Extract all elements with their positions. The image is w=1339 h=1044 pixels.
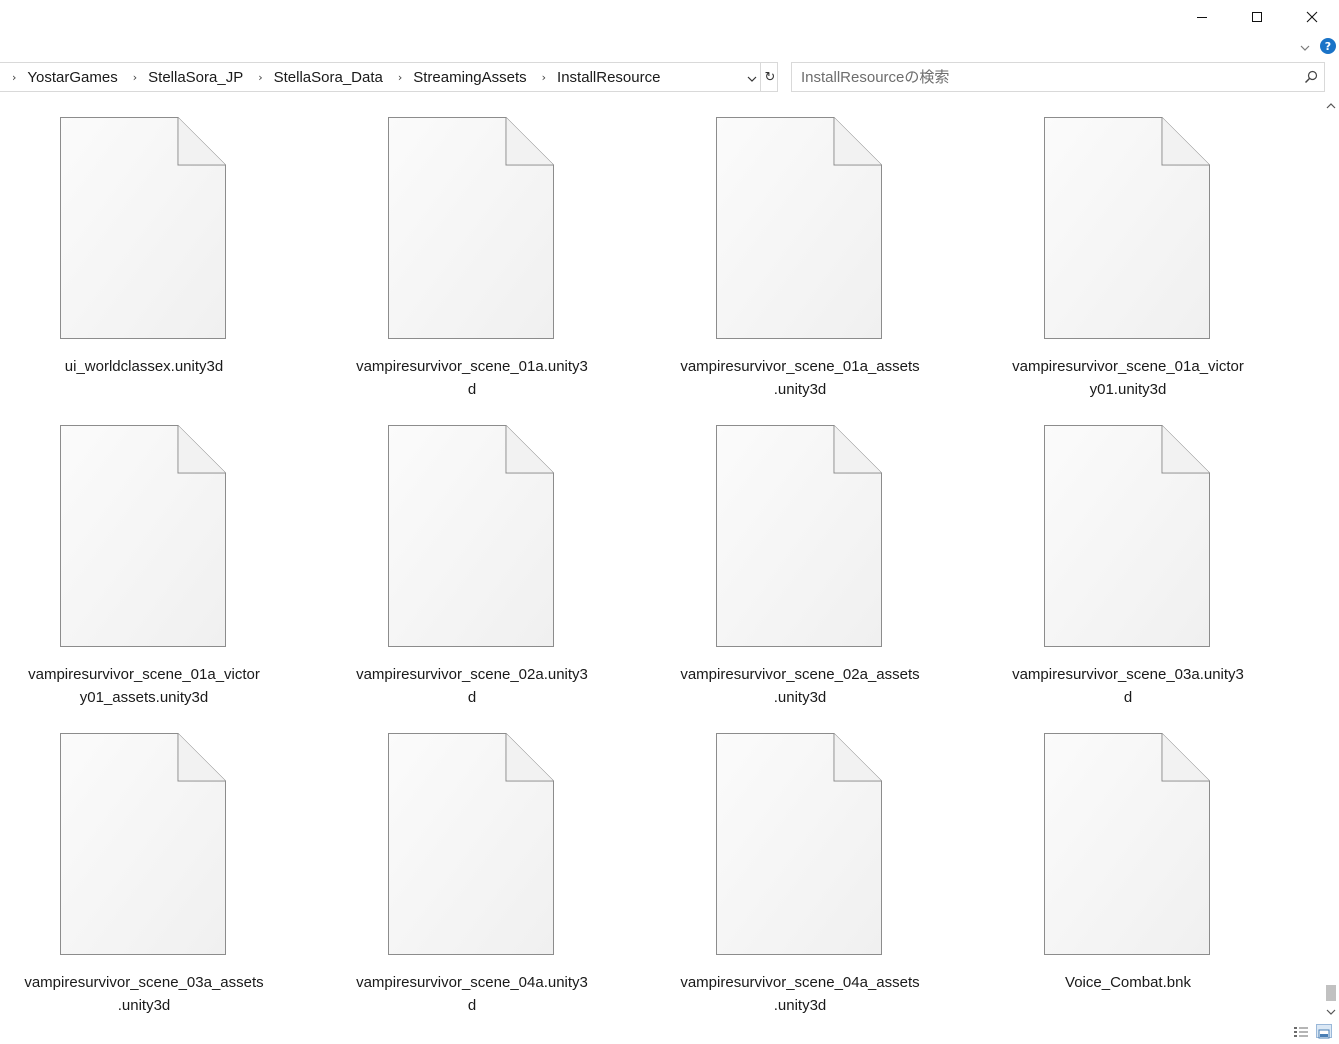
scroll-down-arrow-icon[interactable]	[1323, 1004, 1339, 1020]
file-name: vampiresurvivor_scene_01a_victor y01.unit…	[984, 355, 1272, 401]
document-file-icon	[1044, 733, 1210, 955]
file-name-line: vampiresurvivor_scene_04a_assets	[680, 974, 920, 991]
file-name: vampiresurvivor_scene_02a.unity3d	[328, 663, 616, 709]
search-box[interactable]	[791, 62, 1325, 92]
file-item[interactable]: vampiresurvivor_scene_01a_victor y01.unit…	[984, 108, 1272, 408]
file-name-line: vampiresurvivor_scene_04a.unity3	[356, 974, 588, 991]
breadcrumb-item-installresource[interactable]: InstallResource	[557, 69, 660, 86]
file-name: vampiresurvivor_scene_04a.unity3d	[328, 971, 616, 1017]
file-name: vampiresurvivor_scene_02a_assets .unity3d	[656, 663, 944, 709]
document-file-icon	[716, 425, 882, 647]
file-item[interactable]: vampiresurvivor_scene_04a_assets .unity3d	[656, 724, 944, 1024]
expand-ribbon-chevron-icon[interactable]	[1297, 40, 1313, 54]
vertical-scrollbar[interactable]	[1323, 98, 1339, 1020]
file-name-line: vampiresurvivor_scene_03a_assets	[24, 974, 264, 991]
file-name-line: vampiresurvivor_scene_01a_victor	[28, 666, 260, 683]
refresh-button[interactable]: ↻	[760, 63, 779, 91]
minimize-button[interactable]	[1174, 0, 1230, 34]
file-name-line: vampiresurvivor_scene_01a_assets	[680, 358, 920, 375]
document-file-icon	[1044, 117, 1210, 339]
search-input[interactable]	[801, 67, 1281, 87]
breadcrumb-item-yostargames[interactable]: YostarGames	[27, 69, 117, 86]
file-name-line: vampiresurvivor_scene_02a_assets	[680, 666, 920, 683]
file-item[interactable]: Voice_Combat.bnk	[984, 724, 1272, 1024]
file-name-line: .unity3d	[117, 997, 171, 1014]
document-file-icon	[716, 733, 882, 955]
file-name: vampiresurvivor_scene_03a_assets .unity3d	[0, 971, 288, 1017]
document-file-icon	[388, 733, 554, 955]
minimize-icon	[1197, 17, 1207, 18]
file-name: ui_worldclassex.unity3d	[0, 355, 288, 378]
document-file-icon	[60, 425, 226, 647]
maximize-icon	[1252, 12, 1262, 22]
document-file-icon	[388, 425, 554, 647]
chevron-right-icon[interactable]: ›	[398, 71, 402, 84]
file-item[interactable]: ui_worldclassex.unity3d	[0, 108, 288, 408]
scrollbar-thumb[interactable]	[1326, 985, 1336, 1001]
file-name-line: vampiresurvivor_scene_03a.unity3	[1012, 666, 1244, 683]
search-icon[interactable]	[1304, 70, 1318, 84]
file-name-line: d	[467, 689, 477, 706]
document-file-icon	[60, 733, 226, 955]
file-name-line: .unity3d	[773, 689, 827, 706]
file-name: vampiresurvivor_scene_03a.unity3d	[984, 663, 1272, 709]
file-name: Voice_Combat.bnk	[984, 971, 1272, 994]
chevron-right-icon[interactable]: ›	[258, 71, 262, 84]
refresh-icon: ↻	[764, 69, 776, 85]
file-name: vampiresurvivor_scene_01a.unity3d	[328, 355, 616, 401]
file-name-line: y01.unity3d	[1089, 381, 1167, 398]
document-file-icon	[1044, 425, 1210, 647]
file-name-line: vampiresurvivor_scene_02a.unity3	[356, 666, 588, 683]
file-name-line: d	[467, 997, 477, 1014]
file-item[interactable]: vampiresurvivor_scene_04a.unity3d	[328, 724, 616, 1024]
document-file-icon	[716, 117, 882, 339]
file-name-line: .unity3d	[773, 997, 827, 1014]
file-name-line: d	[1123, 689, 1133, 706]
file-name-line: d	[467, 381, 477, 398]
file-name-line: .unity3d	[773, 381, 827, 398]
file-item[interactable]: vampiresurvivor_scene_01a_victor y01_asse…	[0, 416, 288, 716]
chevron-right-icon[interactable]: ›	[12, 71, 16, 84]
breadcrumb-item-stellasora-jp[interactable]: StellaSora_JP	[148, 69, 243, 86]
file-name: vampiresurvivor_scene_01a_victor y01_asse…	[0, 663, 288, 709]
close-icon	[1306, 11, 1318, 23]
close-button[interactable]	[1284, 0, 1339, 34]
chevron-right-icon[interactable]: ›	[542, 71, 546, 84]
file-name-line: Voice_Combat.bnk	[1065, 974, 1191, 991]
scroll-up-arrow-icon[interactable]	[1323, 98, 1339, 114]
chevron-right-icon[interactable]: ›	[133, 71, 137, 84]
file-item[interactable]: vampiresurvivor_scene_01a.unity3d	[328, 108, 616, 408]
breadcrumb-item-streamingassets[interactable]: StreamingAssets	[413, 69, 526, 86]
file-name-line: vampiresurvivor_scene_01a_victor	[1012, 358, 1244, 375]
file-item[interactable]: vampiresurvivor_scene_01a_assets .unity3d	[656, 108, 944, 408]
breadcrumb: › YostarGames › StellaSora_JP › StellaSo…	[6, 63, 660, 91]
file-item[interactable]: vampiresurvivor_scene_03a_assets .unity3d	[0, 724, 288, 1024]
file-name-line: y01_assets.unity3d	[79, 689, 209, 706]
maximize-button[interactable]	[1229, 0, 1285, 34]
details-view-icon[interactable]	[1293, 1024, 1309, 1038]
file-item[interactable]: vampiresurvivor_scene_03a.unity3d	[984, 416, 1272, 716]
breadcrumb-item-stellasora-data[interactable]: StellaSora_Data	[274, 69, 383, 86]
file-name: vampiresurvivor_scene_04a_assets .unity3d	[656, 971, 944, 1017]
large-icons-view-icon[interactable]	[1316, 1024, 1332, 1039]
file-name-line: ui_worldclassex.unity3d	[64, 358, 224, 375]
file-name-line: vampiresurvivor_scene_01a.unity3	[356, 358, 588, 375]
file-item[interactable]: vampiresurvivor_scene_02a.unity3d	[328, 416, 616, 716]
help-icon[interactable]: ?	[1320, 38, 1336, 54]
chevron-down-icon[interactable]	[745, 71, 759, 85]
address-bar[interactable]: › YostarGames › StellaSora_JP › StellaSo…	[0, 62, 778, 92]
file-name: vampiresurvivor_scene_01a_assets .unity3d	[656, 355, 944, 401]
file-item[interactable]: vampiresurvivor_scene_02a_assets .unity3d	[656, 416, 944, 716]
document-file-icon	[388, 117, 554, 339]
document-file-icon	[60, 117, 226, 339]
